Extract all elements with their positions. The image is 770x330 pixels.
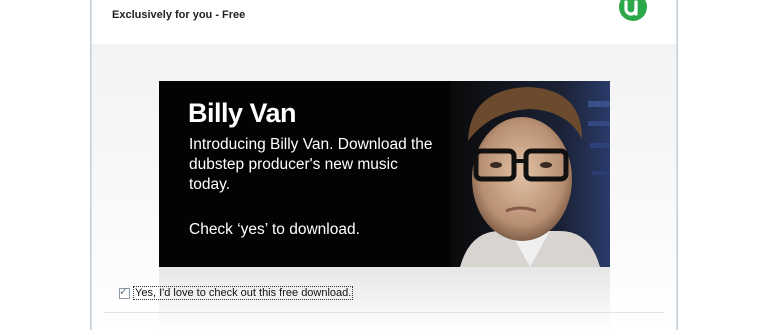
ad-banner[interactable]: Billy Van Introducing Billy Van. Downloa… xyxy=(159,81,610,267)
checkmark-icon: ✓ xyxy=(119,284,129,298)
artist-photo xyxy=(450,81,610,267)
ad-call-to-action: Check ‘yes’ to download. xyxy=(189,221,360,238)
divider xyxy=(104,312,664,313)
installer-window: Exclusively for you - Free Billy Van Int… xyxy=(92,0,676,330)
optin-checkbox[interactable]: ✓ xyxy=(119,284,130,299)
window-right-border xyxy=(676,0,678,330)
installer-body: Billy Van Introducing Billy Van. Downloa… xyxy=(92,44,676,330)
ad-title: Billy Van xyxy=(188,98,297,128)
optin-label[interactable]: Yes, I'd love to check out this free dow… xyxy=(133,286,354,300)
ad-description: Introducing Billy Van. Download the dubs… xyxy=(189,136,433,193)
installer-header: Exclusively for you - Free xyxy=(92,0,676,44)
optin-row[interactable]: ✓ Yes, I'd love to check out this free d… xyxy=(119,284,354,300)
optin-yes-label: Yes, xyxy=(135,287,157,299)
optin-label-text: I'd love to check out this free download… xyxy=(156,287,352,299)
utorrent-logo-icon xyxy=(619,0,647,21)
header-title: Exclusively for you - Free xyxy=(112,9,246,21)
